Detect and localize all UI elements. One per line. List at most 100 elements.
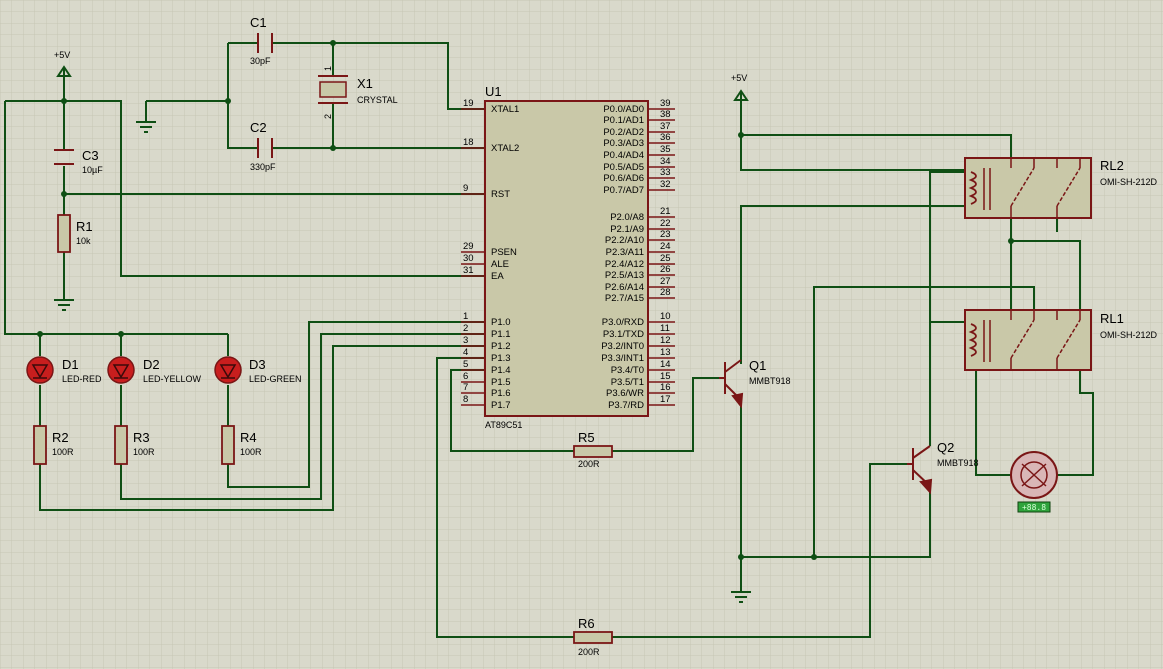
u1-pin-number: 13 (660, 347, 671, 358)
r2-value: 100R (52, 447, 74, 457)
r1-value: 10k (76, 236, 91, 246)
u1-pin-name: P2.7/A15 (605, 293, 644, 304)
d3-ref: D3 (249, 357, 266, 372)
motor[interactable]: +88.8 (1010, 451, 1058, 513)
u1-pin-number: 18 (463, 137, 474, 148)
d2-ref: D2 (143, 357, 160, 372)
u1-ref: U1 (485, 84, 502, 99)
u1-pin-number: 34 (660, 156, 671, 167)
u1-pin-name: P2.2/A10 (605, 235, 644, 246)
r5-ref: R5 (578, 430, 595, 445)
u1-pin-number: 16 (660, 382, 671, 393)
rl2-ref: RL2 (1100, 158, 1124, 173)
r2-ref: R2 (52, 430, 69, 445)
u1-pin-name: P0.5/AD5 (603, 162, 644, 173)
u1-pin-number: 38 (660, 109, 671, 120)
r4-value: 100R (240, 447, 262, 457)
u1-pin-number: 7 (463, 382, 468, 393)
u1-pin-name: P2.6/A14 (605, 282, 644, 293)
u1-pin-number: 33 (660, 167, 671, 178)
u1-pin-name: P3.7/RD (608, 400, 644, 411)
vcc-left-label: +5V (54, 50, 70, 60)
u1-pin-number: 3 (463, 335, 468, 346)
resistor-r1-body[interactable] (57, 214, 71, 253)
u1-pin-number: 24 (660, 241, 671, 252)
u1-pin-number: 28 (660, 287, 671, 298)
u1-pin-name: P3.2/INT0 (601, 341, 644, 352)
r3-value: 100R (133, 447, 155, 457)
u1-pin-name: P1.7 (491, 400, 511, 411)
r6-value: 200R (578, 647, 600, 657)
c3-ref: C3 (82, 148, 99, 163)
u1-pin-number: 12 (660, 335, 671, 346)
u1-part: AT89C51 (485, 420, 522, 430)
u1-pin-number: 29 (463, 241, 474, 252)
u1-pin-number: 10 (660, 311, 671, 322)
u1-pin-name: P1.5 (491, 377, 511, 388)
q2-value: MMBT918 (937, 458, 979, 468)
rl1-value: OMI-SH-212D (1100, 330, 1158, 340)
r5-value: 200R (578, 459, 600, 469)
r6-ref: R6 (578, 616, 595, 631)
u1-pin-name: P0.6/AD6 (603, 173, 644, 184)
u1-pin-number: 14 (660, 359, 671, 370)
u1-pin-name: P3.6/WR (606, 388, 644, 399)
u1-pin-number: 2 (463, 323, 468, 334)
u1-pin-name: P0.4/AD4 (603, 150, 644, 161)
x1-pin1: 1 (323, 66, 333, 71)
rl1-ref: RL1 (1100, 311, 1124, 326)
u1-pin-name: P2.3/A11 (606, 247, 644, 258)
u1-pin-name: EA (491, 271, 504, 282)
r4-ref: R4 (240, 430, 257, 445)
u1-pin-name: P2.0/A8 (610, 212, 644, 223)
resistor-r4-body[interactable] (221, 425, 235, 465)
microcontroller-u1[interactable]: U1 AT89C51 19XTAL118XTAL29RST29PSEN30ALE… (461, 84, 675, 430)
u1-pin-number: 8 (463, 394, 468, 405)
rl2-value: OMI-SH-212D (1100, 177, 1158, 187)
c3-value: 10µF (82, 165, 103, 175)
u1-pin-name: P3.0/RXD (602, 317, 644, 328)
x1-value: CRYSTAL (357, 95, 398, 105)
d2-value: LED-YELLOW (143, 374, 202, 384)
r3-ref: R3 (133, 430, 150, 445)
resistor-r2-body[interactable] (33, 425, 47, 465)
u1-pin-number: 23 (660, 229, 671, 240)
u1-pin-name: RST (491, 189, 510, 200)
u1-pin-number: 4 (463, 347, 468, 358)
u1-pin-name: XTAL2 (491, 143, 519, 154)
c2-value: 330pF (250, 162, 276, 172)
u1-pin-name: P1.3 (491, 353, 511, 364)
d1-ref: D1 (62, 357, 79, 372)
u1-pin-number: 32 (660, 179, 671, 190)
u1-pin-number: 35 (660, 144, 671, 155)
motor-readout: +88.8 (1022, 503, 1046, 512)
d3-value: LED-GREEN (249, 374, 302, 384)
u1-pin-name: P1.4 (491, 365, 511, 376)
r1-ref: R1 (76, 219, 93, 234)
u1-pin-name: P2.4/A12 (605, 259, 644, 270)
u1-pin-number: 25 (660, 253, 671, 264)
schematic-canvas[interactable]: +5V +5V C1 30pF C2 330pF C3 10µF X1 CRYS… (0, 0, 1163, 669)
u1-pin-name: P2.5/A13 (605, 270, 644, 281)
c2-ref: C2 (250, 120, 267, 135)
u1-pin-number: 17 (660, 394, 671, 405)
u1-pin-number: 11 (660, 323, 670, 334)
u1-pin-number: 30 (463, 253, 474, 264)
u1-pin-name: P3.1/TXD (603, 329, 644, 340)
u1-pin-number: 15 (660, 371, 671, 382)
resistor-r6-body[interactable] (573, 631, 613, 644)
u1-pin-number: 9 (463, 183, 468, 194)
resistor-r3-body[interactable] (114, 425, 128, 465)
d1-value: LED-RED (62, 374, 102, 384)
x1-ref: X1 (357, 76, 373, 91)
u1-pin-name: PSEN (491, 247, 517, 258)
vcc-right-label: +5V (731, 73, 747, 83)
u1-pin-name: P0.7/AD7 (603, 185, 644, 196)
u1-pin-number: 27 (660, 276, 671, 287)
resistor-r5-body[interactable] (573, 445, 613, 458)
x1-pin2: 2 (323, 114, 333, 119)
c1-ref: C1 (250, 15, 267, 30)
u1-pin-name: ALE (491, 259, 509, 270)
u1-pin-name: P1.2 (491, 341, 511, 352)
u1-pin-name: P2.1/A9 (610, 224, 644, 235)
